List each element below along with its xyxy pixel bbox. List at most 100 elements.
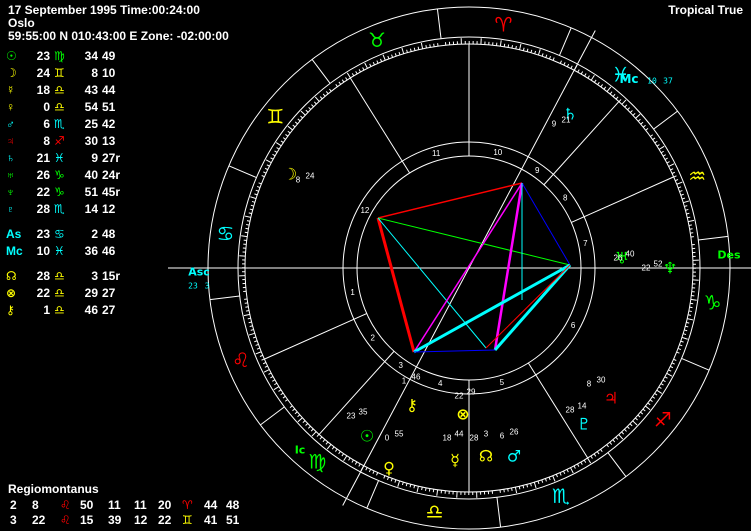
astro-chart-window: 17 September 1995 Time:00:24:00 Oslo 59:… <box>0 0 751 531</box>
sign-divider <box>698 235 729 241</box>
degree-tick <box>401 47 405 54</box>
degree-tick <box>681 197 686 200</box>
degree-tick <box>355 71 358 75</box>
planet-degree: 8 <box>296 176 301 185</box>
degree-tick <box>688 224 692 226</box>
planet-minute: 29 <box>467 388 476 397</box>
degree-tick <box>245 227 249 230</box>
degree-tick <box>652 396 656 399</box>
degree-tick <box>593 453 597 457</box>
degree-tick <box>416 486 419 493</box>
degree-tick <box>241 235 248 238</box>
degree-tick <box>346 72 351 79</box>
degree-tick <box>621 431 625 435</box>
degree-tick <box>245 306 249 308</box>
degree-tick <box>380 58 383 62</box>
degree-tick <box>338 451 341 455</box>
degree-tick <box>289 405 293 408</box>
degree-tick <box>666 372 673 377</box>
des-label: Des <box>717 249 741 262</box>
degree-tick <box>382 54 386 61</box>
degree-tick <box>405 483 408 487</box>
degree-tick <box>618 434 624 440</box>
degree-tick <box>266 164 270 167</box>
degree-tick <box>261 175 265 178</box>
degree-tick <box>263 369 270 373</box>
planet-minute: 30 <box>597 376 606 385</box>
degree-tick <box>428 488 431 492</box>
degree-tick <box>258 182 262 185</box>
degree-tick <box>276 147 280 150</box>
degree-tick <box>294 121 298 125</box>
degree-tick <box>297 118 301 122</box>
degree-tick <box>413 485 416 489</box>
degree-tick <box>254 340 258 343</box>
virgo-icon: ♍ <box>308 450 326 474</box>
degree-tick <box>566 469 569 473</box>
degree-tick <box>597 81 600 85</box>
sign-divider <box>436 8 442 39</box>
degree-tick <box>670 168 674 171</box>
degree-tick <box>600 84 603 88</box>
degree-tick <box>662 154 666 157</box>
house-number: 7 <box>583 239 588 248</box>
degree-tick <box>518 486 521 490</box>
degree-tick <box>634 417 638 421</box>
aspect-line <box>376 217 416 353</box>
degree-tick <box>559 472 562 476</box>
sign-divider <box>366 480 380 509</box>
degree-tick <box>548 55 552 60</box>
degree-tick <box>413 47 416 51</box>
planet-9-icon: ⊗ <box>456 405 469 424</box>
degree-tick <box>265 159 272 164</box>
degree-tick <box>343 455 348 462</box>
cancer-icon: ♋ <box>216 222 234 246</box>
degree-tick <box>545 54 548 58</box>
degree-tick <box>248 212 252 215</box>
degree-tick <box>566 63 570 67</box>
degree-tick <box>246 224 250 226</box>
degree-tick <box>526 484 529 488</box>
degree-tick <box>624 104 628 108</box>
degree-tick <box>372 470 375 474</box>
degree-tick <box>243 313 250 317</box>
degree-tick <box>533 482 537 489</box>
degree-tick <box>563 470 566 475</box>
degree-tick <box>511 45 513 49</box>
degree-tick <box>255 343 259 346</box>
degree-tick <box>637 118 641 122</box>
degree-tick <box>436 489 439 496</box>
degree-tick <box>668 163 675 167</box>
degree-tick <box>647 402 651 406</box>
degree-tick <box>341 453 344 457</box>
sign-divider <box>496 497 502 528</box>
degree-tick <box>292 124 296 128</box>
house-cusp <box>318 350 395 435</box>
degree-tick <box>580 71 584 75</box>
natal-chart-wheel[interactable]: ♈♉♊♋♌♍♎♏♐♑♒♓1234 56789101112Asc23 3DesMc 10… <box>0 0 751 531</box>
degree-tick <box>316 433 320 437</box>
sign-divider <box>653 110 678 130</box>
degree-tick <box>425 45 427 49</box>
house-number: 12 <box>360 206 369 215</box>
degree-tick <box>322 439 326 443</box>
degree-tick <box>519 43 522 50</box>
degree-tick <box>272 379 276 382</box>
aquarius-icon: ♒ <box>688 164 706 188</box>
degree-tick <box>322 93 326 97</box>
degree-tick <box>515 45 517 50</box>
degree-tick <box>678 186 682 189</box>
planet-degree: 28 <box>470 434 479 443</box>
degree-tick <box>676 351 680 354</box>
house-number: 8 <box>563 194 568 203</box>
degree-tick <box>681 336 688 340</box>
degree-tick <box>499 40 502 47</box>
degree-tick <box>684 205 688 207</box>
degree-tick <box>247 317 251 320</box>
degree-tick <box>507 488 509 492</box>
degree-tick <box>658 386 662 389</box>
degree-tick <box>292 408 296 412</box>
planet-10-icon: ⚷ <box>406 396 418 415</box>
planet-degree: 28 <box>566 406 575 415</box>
degree-tick <box>583 459 587 463</box>
